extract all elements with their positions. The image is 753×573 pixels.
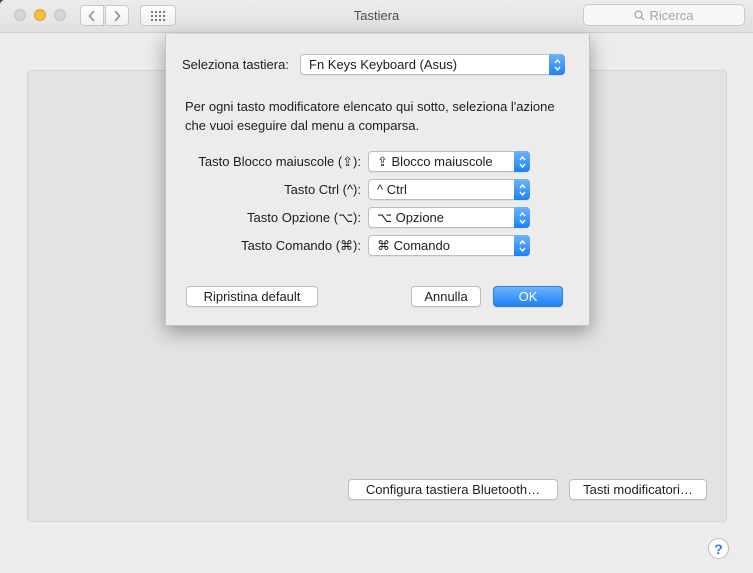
search-field[interactable]: Ricerca <box>583 4 745 26</box>
option-key-select[interactable]: ⌥ Opzione <box>368 207 530 228</box>
search-placeholder: Ricerca <box>649 7 694 23</box>
cancel-button[interactable]: Annulla <box>411 286 481 307</box>
restore-defaults-button[interactable]: Ripristina default <box>186 286 318 307</box>
ctrl-key-label: Tasto Ctrl (^): <box>284 182 361 197</box>
caps-lock-select[interactable]: ⇪ Blocco maiuscole <box>368 151 530 172</box>
title-bar: Tastiera Ricerca <box>0 0 753 33</box>
command-key-label: Tasto Comando (⌘): <box>241 238 361 253</box>
command-key-value: ⌘ Comando <box>377 238 450 253</box>
keyboard-select[interactable]: Fn Keys Keyboard (Asus) <box>300 54 565 75</box>
ok-button[interactable]: OK <box>493 286 563 307</box>
caps-lock-label: Tasto Blocco maiuscole (⇪): <box>198 154 361 169</box>
option-key-label: Tasto Opzione (⌥): <box>247 210 361 225</box>
help-button[interactable]: ? <box>708 538 729 559</box>
modifier-keys-sheet: Seleziona tastiera: Fn Keys Keyboard (As… <box>165 34 590 326</box>
configure-bluetooth-keyboard-button[interactable]: Configura tastiera Bluetooth… <box>348 479 558 500</box>
option-key-value: ⌥ Opzione <box>377 210 445 225</box>
search-icon <box>634 9 645 20</box>
instructions-text: Per ogni tasto modificatore elencato qui… <box>185 99 555 133</box>
command-key-select[interactable]: ⌘ Comando <box>368 235 530 256</box>
updown-arrows-icon <box>514 235 530 256</box>
preferences-window: Tastiera Ricerca Configura tastiera Blue… <box>0 0 753 573</box>
updown-arrows-icon <box>549 54 565 75</box>
ctrl-key-select[interactable]: ^ Ctrl <box>368 179 530 200</box>
ctrl-key-value: ^ Ctrl <box>377 182 407 197</box>
updown-arrows-icon <box>514 207 530 228</box>
caps-lock-value: ⇪ Blocco maiuscole <box>377 154 493 169</box>
modifier-keys-button[interactable]: Tasti modificatori… <box>569 479 707 500</box>
updown-arrows-icon <box>514 179 530 200</box>
keyboard-select-value: Fn Keys Keyboard (Asus) <box>309 57 458 72</box>
updown-arrows-icon <box>514 151 530 172</box>
select-keyboard-label: Seleziona tastiera: <box>182 57 289 72</box>
